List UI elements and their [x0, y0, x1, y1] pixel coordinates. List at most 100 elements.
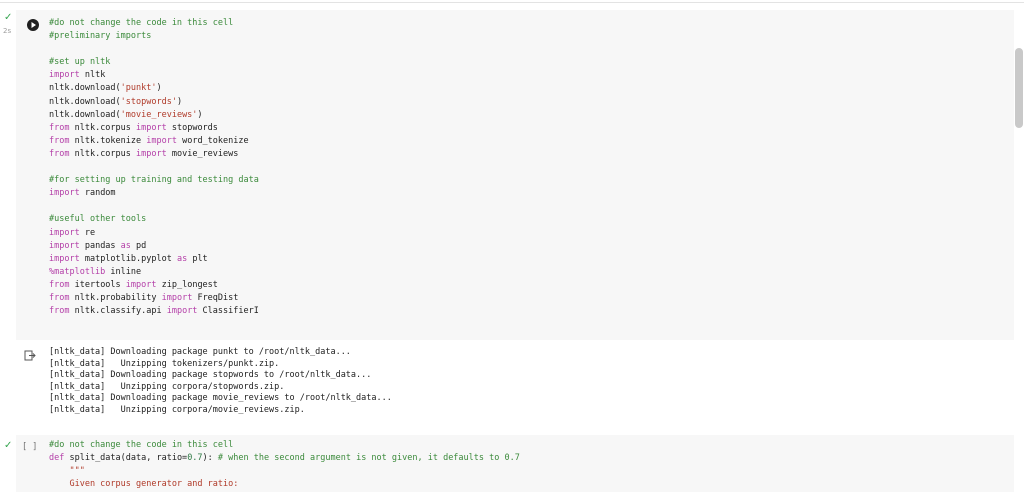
code-line: def split_data(data, ratio=0.7): # when …	[49, 452, 520, 465]
code-token: nltk.corpus	[69, 122, 137, 133]
code-line: from nltk.tokenize import word_tokenize	[49, 135, 259, 148]
code-token: plt	[187, 253, 208, 264]
output-icon[interactable]	[24, 347, 36, 366]
code-token: 'stopwords'	[120, 96, 177, 107]
code-token: nltk	[79, 70, 106, 81]
code-line: import matplotlib.pyplot as plt	[49, 253, 259, 266]
code-line: #do not change the code in this cell	[49, 439, 520, 452]
code-token: #for setting up training and testing dat…	[49, 175, 259, 186]
code-line: from itertools import zip_longest	[49, 279, 259, 292]
code-token: #set up nltk	[49, 57, 111, 68]
code-token: import	[49, 240, 80, 251]
code-token: ):	[202, 453, 218, 464]
code-token: import	[146, 135, 177, 146]
code-token: nltk.download(	[49, 109, 121, 120]
code-token: nltk.download(	[49, 96, 121, 107]
code-line: #do not change the code in this cell	[49, 17, 259, 30]
code-token: import	[49, 253, 80, 264]
code-token: pd	[130, 240, 147, 251]
code-line: import random	[49, 187, 259, 200]
code-token: random	[79, 188, 116, 199]
code-token: from	[49, 148, 70, 159]
execution-time: 2s	[3, 27, 12, 35]
top-divider	[0, 2, 1024, 3]
execution-count[interactable]: [ ]	[22, 442, 37, 452]
code-token: import	[161, 292, 193, 303]
code-line: %matplotlib inline	[49, 266, 259, 279]
code-editor-cell-1[interactable]: #do not change the code in this cell #pre…	[49, 17, 259, 318]
code-line: import re	[49, 227, 259, 240]
code-line: import nltk	[49, 69, 259, 82]
executed-check-icon: ✓	[4, 440, 13, 451]
code-line: nltk.download('punkt')	[49, 82, 259, 95]
code-token: pandas	[79, 240, 121, 251]
code-token: )	[156, 83, 162, 94]
code-token: inline	[105, 266, 142, 277]
code-token: import	[49, 227, 80, 238]
code-token: import	[136, 122, 167, 133]
code-line: from nltk.classify.api import Classifier…	[49, 305, 259, 318]
code-token: import	[49, 70, 80, 81]
code-token: from	[49, 135, 70, 146]
code-token: )	[197, 109, 203, 120]
code-token: import	[49, 188, 80, 199]
code-token: ClassifierI	[197, 306, 259, 317]
output-line: [nltk_data] Downloading package movie_re…	[49, 393, 392, 404]
run-cell-button[interactable]	[27, 19, 39, 31]
code-editor-cell-2[interactable]: #do not change the code in this cell def …	[49, 439, 520, 491]
code-token: re	[79, 227, 96, 238]
code-token: # when the second argument is not given,…	[217, 453, 520, 464]
executed-check-icon: ✓	[4, 12, 13, 23]
output-line: [nltk_data] Unzipping corpora/movie_revi…	[49, 404, 305, 415]
output-line: [nltk_data] Unzipping corpora/stopwords.…	[49, 381, 285, 392]
code-token: as	[176, 253, 188, 264]
scrollbar-thumb[interactable]	[1015, 48, 1023, 128]
code-token: from	[49, 279, 70, 290]
code-token: 'movie_reviews'	[120, 109, 198, 120]
code-line: #useful other tools	[49, 213, 259, 226]
code-token: FreqDist	[192, 292, 239, 303]
code-token: #useful other tools	[49, 214, 147, 225]
code-line: """	[49, 465, 520, 478]
code-token: #do not change the code in this cell	[49, 440, 234, 450]
code-token: movie_reviews	[166, 148, 239, 159]
code-token: stopwords	[166, 122, 218, 133]
code-line: from nltk.corpus import stopwords	[49, 122, 259, 135]
code-line: from nltk.corpus import movie_reviews	[49, 148, 259, 161]
code-token: def	[49, 453, 65, 464]
code-token: Given corpus generator and ratio:	[49, 479, 239, 490]
play-icon	[31, 22, 36, 28]
code-token: from	[49, 306, 70, 317]
code-token: itertools	[69, 279, 126, 290]
code-token: zip_longest	[156, 279, 218, 290]
code-token: import	[166, 306, 198, 317]
code-line: nltk.download('movie_reviews')	[49, 109, 259, 122]
code-token: matplotlib.pyplot	[79, 253, 177, 264]
code-token: )	[176, 96, 183, 107]
output-line: [nltk_data] Downloading package stopword…	[49, 370, 372, 381]
output-line: [nltk_data] Unzipping tokenizers/punkt.z…	[49, 358, 280, 369]
code-token: from	[49, 122, 70, 133]
code-line: Given corpus generator and ratio:	[49, 478, 520, 491]
code-token: import	[136, 148, 167, 159]
code-token: split_data(data, ratio=	[64, 453, 188, 464]
code-token: nltk.classify.api	[69, 306, 167, 317]
code-token: nltk.tokenize	[69, 135, 147, 146]
code-token: word_tokenize	[176, 135, 249, 146]
code-line: #preliminary imports	[49, 30, 259, 43]
code-token: #preliminary imports	[49, 31, 152, 42]
code-token: nltk.download(	[49, 83, 121, 94]
code-line: from nltk.probability import FreqDist	[49, 292, 259, 305]
code-token: 'punkt'	[120, 83, 157, 94]
code-line: import pandas as pd	[49, 240, 259, 253]
code-token: nltk.probability	[69, 292, 162, 303]
code-token: import	[125, 279, 157, 290]
code-token: as	[120, 240, 131, 251]
code-line: #for setting up training and testing dat…	[49, 174, 259, 187]
code-token: #do not change the code in this cell	[49, 18, 234, 28]
code-token: %matplotlib	[49, 266, 106, 277]
cell-output: [nltk_data] Downloading package punkt to…	[49, 347, 392, 417]
